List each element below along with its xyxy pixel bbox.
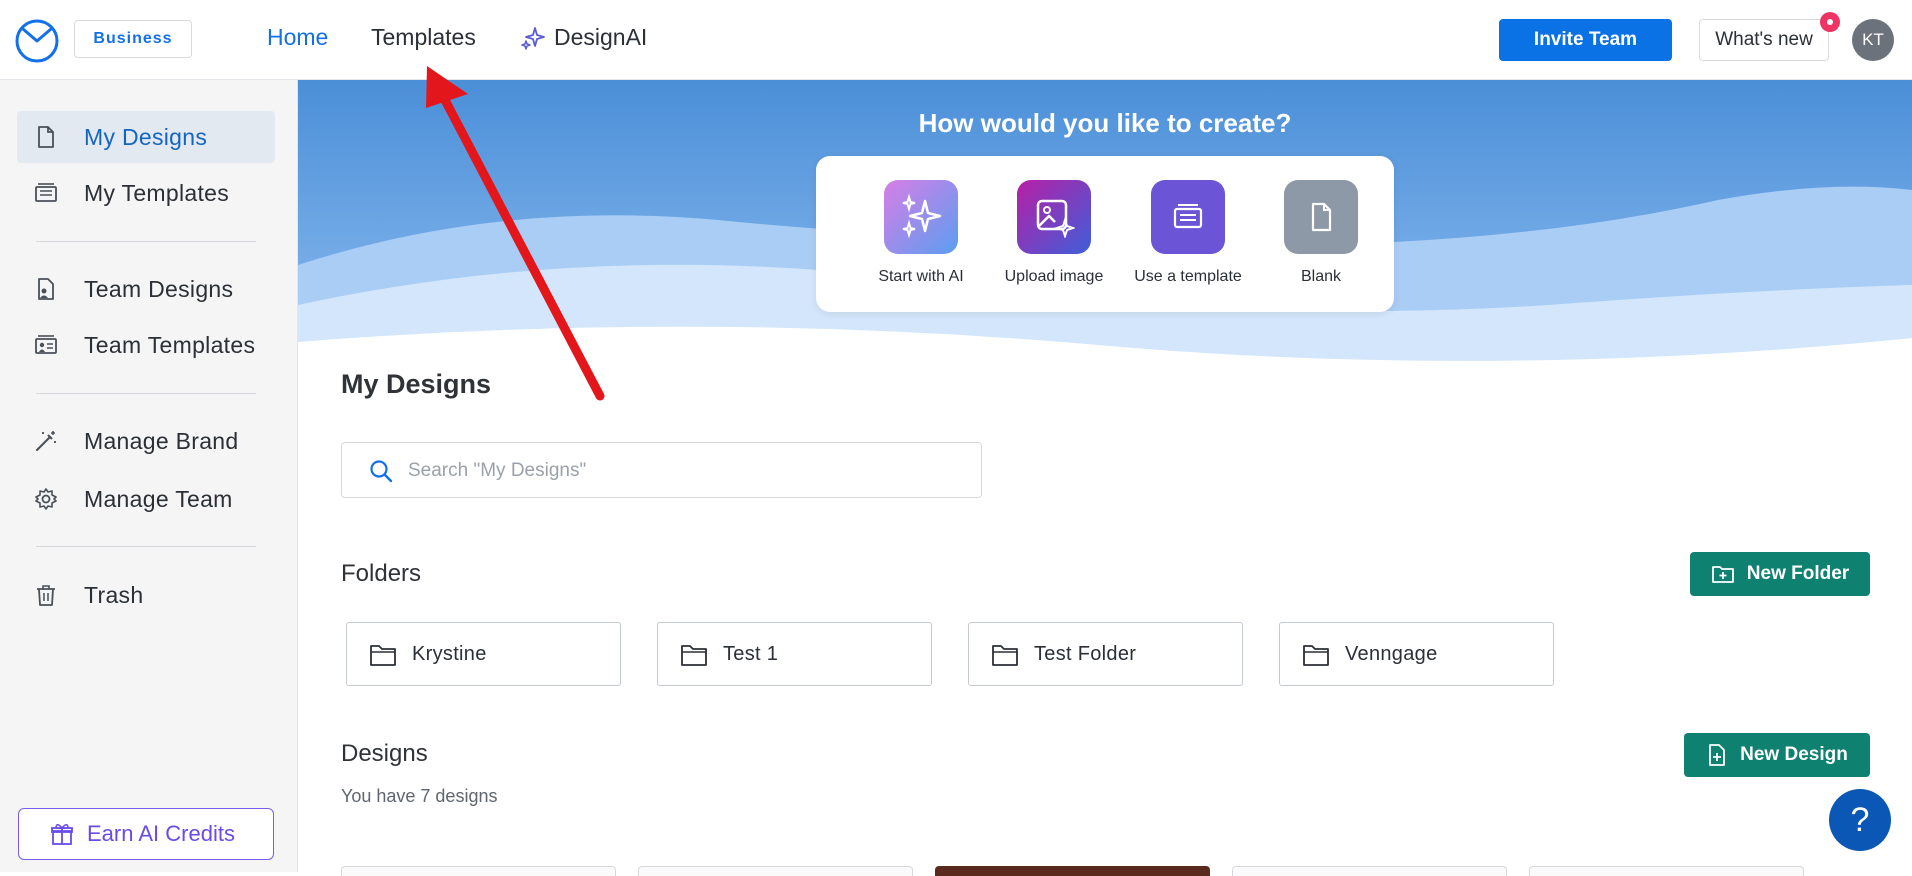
design-thumbnail[interactable] bbox=[935, 866, 1210, 876]
avatar[interactable]: KT bbox=[1852, 19, 1894, 61]
sidebar-item-label: Trash bbox=[84, 581, 144, 608]
sidebar-divider bbox=[36, 546, 256, 547]
sidebar-item-my-templates[interactable]: My Templates bbox=[17, 167, 275, 219]
folder-name: Test 1 bbox=[723, 642, 779, 665]
use-a-template-label: Use a template bbox=[1134, 268, 1242, 285]
folder-icon bbox=[992, 645, 1018, 666]
search-box bbox=[341, 442, 982, 498]
create-hero-banner: How would you like to create? Start with… bbox=[298, 80, 1912, 370]
create-options-card: Start with AI Upload image Use a templat… bbox=[816, 156, 1394, 312]
sidebar-item-my-designs[interactable]: My Designs bbox=[17, 111, 275, 163]
sidebar-item-manage-brand[interactable]: Manage Brand bbox=[17, 415, 275, 467]
trash-icon bbox=[37, 585, 55, 606]
hero-title: How would you like to create? bbox=[918, 108, 1292, 138]
magic-wand-icon bbox=[36, 431, 56, 451]
folder-card[interactable]: Test 1 bbox=[657, 622, 932, 686]
upload-image-option[interactable]: Upload image bbox=[987, 180, 1121, 286]
designs-count: You have 7 designs bbox=[341, 786, 498, 806]
sidebar-item-label: Team Designs bbox=[84, 275, 234, 302]
new-folder-button[interactable]: New Folder bbox=[1690, 552, 1870, 596]
template-icon bbox=[1173, 204, 1203, 229]
invite-team-button[interactable]: Invite Team bbox=[1499, 19, 1672, 61]
sidebar: My Designs My Templates Team Designs Tea… bbox=[0, 80, 298, 872]
folder-plus-icon bbox=[1711, 566, 1734, 583]
plan-badge: Business bbox=[74, 20, 192, 58]
blank-label: Blank bbox=[1300, 268, 1342, 285]
folder-card[interactable]: Venngage bbox=[1279, 622, 1554, 686]
start-with-ai-label: Start with AI bbox=[878, 268, 964, 285]
help-button[interactable]: ? bbox=[1829, 789, 1891, 851]
document-icon bbox=[38, 126, 54, 148]
new-folder-label: New Folder bbox=[1746, 563, 1850, 584]
earn-ai-credits-label: Earn AI Credits bbox=[87, 821, 235, 846]
new-design-button[interactable]: New Design bbox=[1684, 733, 1870, 777]
sidebar-divider bbox=[36, 393, 256, 394]
use-a-template-tile bbox=[1151, 180, 1225, 254]
folder-name: Krystine bbox=[412, 642, 487, 665]
upload-image-label: Upload image bbox=[1004, 268, 1104, 285]
design-thumbnail[interactable] bbox=[638, 866, 913, 876]
folder-icon bbox=[1303, 645, 1329, 666]
sidebar-item-label: My Designs bbox=[84, 123, 208, 150]
earn-ai-credits-button[interactable]: Earn AI Credits bbox=[18, 808, 274, 860]
design-thumbnail[interactable] bbox=[1232, 866, 1507, 876]
notification-dot bbox=[1820, 12, 1840, 32]
sparkle-icon bbox=[521, 26, 545, 50]
sidebar-item-trash[interactable]: Trash bbox=[17, 569, 275, 621]
team-document-icon bbox=[38, 278, 54, 300]
nav-designai[interactable]: DesignAI bbox=[520, 24, 647, 51]
folder-name: Venngage bbox=[1345, 642, 1438, 665]
search-input[interactable] bbox=[408, 457, 948, 485]
start-with-ai-tile bbox=[884, 180, 958, 254]
top-bar: Business Home Templates DesignAI Invite … bbox=[0, 0, 1912, 80]
sidebar-divider bbox=[36, 241, 256, 242]
new-design-label: New Design bbox=[1740, 744, 1848, 765]
blank-tile bbox=[1284, 180, 1358, 254]
sidebar-item-team-designs[interactable]: Team Designs bbox=[17, 263, 275, 315]
sidebar-item-label: Manage Brand bbox=[84, 427, 239, 454]
sidebar-item-team-templates[interactable]: Team Templates bbox=[17, 319, 275, 371]
sidebar-item-label: Manage Team bbox=[84, 485, 233, 512]
folder-icon bbox=[370, 645, 396, 666]
nav-home[interactable]: Home bbox=[267, 24, 328, 51]
design-thumbnail[interactable] bbox=[341, 866, 616, 876]
use-a-template-option[interactable]: Use a template bbox=[1121, 180, 1255, 286]
search-icon bbox=[370, 460, 393, 483]
template-icon bbox=[35, 183, 57, 202]
nav-templates[interactable]: Templates bbox=[371, 24, 476, 51]
image-icon bbox=[1036, 199, 1075, 238]
design-thumbnail[interactable] bbox=[1529, 866, 1804, 876]
upload-image-tile bbox=[1017, 180, 1091, 254]
whats-new-button[interactable]: What's new bbox=[1699, 19, 1829, 61]
folders-heading: Folders bbox=[341, 560, 422, 587]
blank-document-icon bbox=[1311, 202, 1332, 232]
blank-option[interactable]: Blank bbox=[1254, 180, 1388, 286]
page-title: My Designs bbox=[341, 369, 492, 399]
gear-icon bbox=[35, 488, 57, 510]
team-template-icon bbox=[35, 335, 57, 354]
start-with-ai-option[interactable]: Start with AI bbox=[854, 180, 988, 286]
folder-card[interactable]: Test Folder bbox=[968, 622, 1243, 686]
folder-card[interactable]: Krystine bbox=[346, 622, 621, 686]
designs-heading: Designs bbox=[341, 740, 428, 767]
folder-name: Test Folder bbox=[1034, 642, 1137, 665]
sidebar-item-label: My Templates bbox=[84, 179, 230, 206]
sidebar-item-label: Team Templates bbox=[84, 331, 256, 358]
sparkle-icon bbox=[902, 193, 942, 239]
gift-icon bbox=[51, 824, 73, 845]
sidebar-item-manage-team[interactable]: Manage Team bbox=[17, 473, 275, 525]
document-plus-icon bbox=[1709, 744, 1726, 766]
nav-designai-label: DesignAI bbox=[554, 24, 648, 50]
venngage-logo-icon[interactable] bbox=[14, 17, 60, 63]
folder-icon bbox=[681, 645, 707, 666]
